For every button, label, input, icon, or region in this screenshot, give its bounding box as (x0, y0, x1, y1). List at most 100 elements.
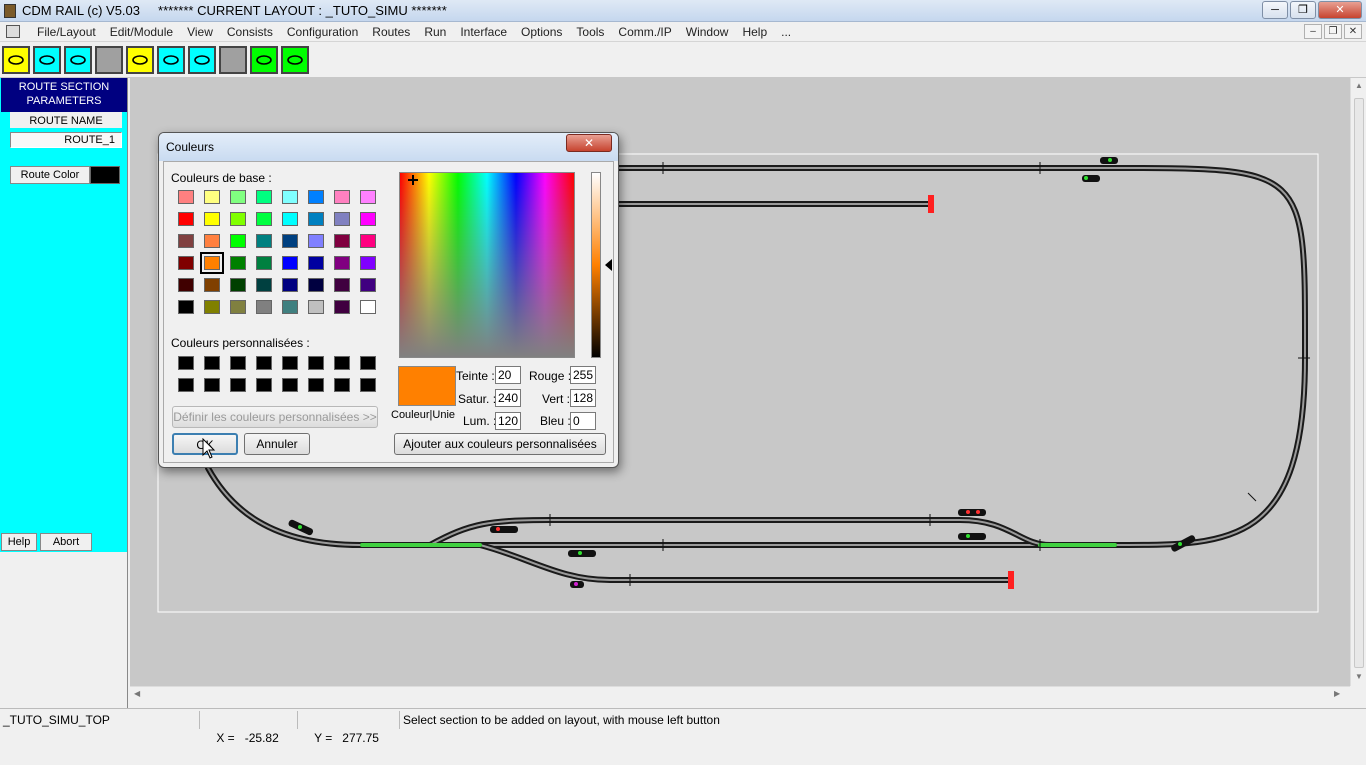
basic-color-swatch[interactable] (256, 234, 272, 248)
green-field[interactable]: 128 (570, 389, 596, 407)
horizontal-scrollbar[interactable]: ◀ ▶ (130, 686, 1350, 702)
basic-color-swatch[interactable] (334, 190, 350, 204)
basic-color-swatch[interactable] (256, 256, 272, 270)
menu-item-[interactable]: ... (774, 24, 798, 40)
red-field[interactable]: 255 (570, 366, 596, 384)
custom-color-swatch[interactable] (282, 356, 298, 370)
basic-color-swatch[interactable] (282, 190, 298, 204)
basic-color-swatch[interactable] (282, 212, 298, 226)
basic-color-swatch[interactable] (282, 300, 298, 314)
multi-track-tool-icon[interactable] (250, 46, 278, 74)
basic-color-swatch[interactable] (308, 278, 324, 292)
color-spectrum-picker[interactable] (399, 172, 575, 358)
menu-item-configuration[interactable]: Configuration (280, 24, 365, 40)
basic-color-swatch[interactable] (178, 212, 194, 226)
vertical-scrollbar[interactable]: ▲ ▼ (1350, 78, 1366, 686)
blank-tool-icon[interactable] (95, 46, 123, 74)
basic-color-swatch[interactable] (308, 256, 324, 270)
custom-color-swatch[interactable] (360, 378, 376, 392)
custom-color-swatch[interactable] (308, 356, 324, 370)
basic-color-swatch[interactable] (308, 300, 324, 314)
basic-color-swatch[interactable] (334, 300, 350, 314)
basic-color-swatch[interactable] (204, 190, 220, 204)
basic-color-swatch[interactable] (256, 300, 272, 314)
custom-color-swatch[interactable] (334, 378, 350, 392)
basic-color-swatch[interactable] (204, 278, 220, 292)
buffer-stop-top[interactable] (928, 195, 934, 213)
custom-color-swatch[interactable] (178, 378, 194, 392)
route-color-swatch[interactable] (90, 166, 120, 184)
basic-color-swatch[interactable] (256, 212, 272, 226)
mdi-close-button[interactable]: ✕ (1344, 24, 1362, 39)
menu-item-consists[interactable]: Consists (220, 24, 280, 40)
document-icon[interactable] (6, 25, 20, 38)
menu-item-options[interactable]: Options (514, 24, 569, 40)
dialog-close-button[interactable]: ✕ (566, 134, 612, 152)
basic-color-swatch[interactable] (230, 190, 246, 204)
menu-item-run[interactable]: Run (417, 24, 453, 40)
menu-item-comm-ip[interactable]: Comm./IP (611, 24, 678, 40)
menu-item-routes[interactable]: Routes (365, 24, 417, 40)
custom-color-swatch[interactable] (230, 356, 246, 370)
custom-color-swatch[interactable] (334, 356, 350, 370)
custom-color-swatch[interactable] (230, 378, 246, 392)
help-button[interactable]: Help (1, 533, 37, 551)
basic-color-swatch[interactable] (178, 278, 194, 292)
basic-color-swatch[interactable] (282, 234, 298, 248)
maximize-button[interactable]: ❐ (1290, 1, 1316, 19)
basic-color-swatch[interactable] (256, 190, 272, 204)
loop-alt-route-tool-icon[interactable] (33, 46, 61, 74)
custom-color-swatch[interactable] (308, 378, 324, 392)
lower-siding-track[interactable] (427, 517, 1053, 548)
signal-main-green[interactable] (958, 533, 986, 540)
luminosity-slider[interactable] (591, 172, 601, 358)
abort-button[interactable]: Abort (40, 533, 92, 551)
cross-loop-tool-icon[interactable] (64, 46, 92, 74)
blank-tool-icon-2[interactable] (219, 46, 247, 74)
menu-item-view[interactable]: View (180, 24, 220, 40)
basic-color-swatch[interactable] (178, 300, 194, 314)
basic-color-swatch[interactable] (334, 278, 350, 292)
basic-color-swatch[interactable] (178, 190, 194, 204)
hue-field[interactable]: 20 (495, 366, 521, 384)
basic-color-swatch[interactable] (334, 212, 350, 226)
basic-color-swatch[interactable] (334, 256, 350, 270)
dialog-title-bar[interactable]: Couleurs ✕ (159, 133, 618, 161)
close-button[interactable]: ✕ (1318, 1, 1362, 19)
basic-color-swatch[interactable] (282, 256, 298, 270)
loop-route-tool-icon[interactable] (2, 46, 30, 74)
switch-track-tool-icon[interactable] (157, 46, 185, 74)
basic-color-swatch[interactable] (178, 234, 194, 248)
basic-color-swatch[interactable] (360, 190, 376, 204)
minimize-button[interactable]: ─ (1262, 1, 1288, 19)
basic-color-swatch[interactable] (282, 278, 298, 292)
custom-color-swatch[interactable] (282, 378, 298, 392)
mdi-minimize-button[interactable]: ‒ (1304, 24, 1322, 39)
cancel-button[interactable]: Annuler (244, 433, 310, 455)
buffer-stop-tool-icon[interactable] (126, 46, 154, 74)
luminosity-field[interactable]: 120 (495, 412, 521, 430)
basic-color-swatch[interactable] (204, 234, 220, 248)
mdi-restore-button[interactable]: ❐ (1324, 24, 1342, 39)
custom-color-swatch[interactable] (204, 378, 220, 392)
basic-color-swatch[interactable] (230, 212, 246, 226)
custom-color-swatch[interactable] (256, 378, 272, 392)
custom-color-swatch[interactable] (204, 356, 220, 370)
basic-color-swatch[interactable] (360, 234, 376, 248)
blue-field[interactable]: 0 (570, 412, 596, 430)
custom-color-swatch[interactable] (360, 356, 376, 370)
route-name-input[interactable]: ROUTE_1 (10, 132, 122, 148)
basic-color-swatch[interactable] (204, 212, 220, 226)
scroll-up-icon[interactable]: ▲ (1355, 81, 1363, 90)
basic-color-swatch[interactable] (360, 300, 376, 314)
signal-siding-red[interactable] (958, 509, 986, 516)
oval-tool-icon[interactable] (281, 46, 309, 74)
basic-color-swatch[interactable] (230, 256, 246, 270)
scroll-down-icon[interactable]: ▼ (1355, 672, 1363, 681)
basic-color-swatch[interactable] (308, 234, 324, 248)
basic-color-swatch[interactable] (256, 278, 272, 292)
menu-item-interface[interactable]: Interface (453, 24, 514, 40)
basic-color-swatch[interactable] (204, 300, 220, 314)
custom-color-swatch[interactable] (178, 356, 194, 370)
bottom-branch-track[interactable] (477, 542, 1013, 583)
